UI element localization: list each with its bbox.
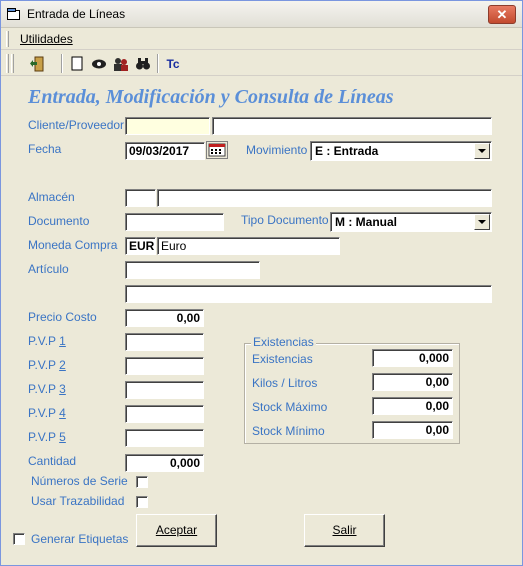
entrada-lineas-window: Entrada de Líneas ✕ Utilidades Tc Entrad… [0,0,523,566]
close-button[interactable]: ✕ [488,5,516,24]
salir-label: Salir [332,523,357,537]
cantidad-label: Cantidad [28,454,77,468]
aceptar-button[interactable]: Aceptar [136,514,217,547]
view-button[interactable] [89,54,109,73]
user-search-button[interactable] [111,54,131,73]
eye-icon [92,59,106,68]
calendar-icon[interactable] [206,141,228,159]
existencias-label: Existencias [252,352,313,366]
toolbar-grip [11,54,14,73]
menu-utilidades[interactable]: Utilidades [20,32,73,46]
search-button[interactable] [133,54,153,73]
menu-bar: Utilidades [1,28,522,50]
pvp-4-field[interactable] [125,405,204,423]
new-document-button[interactable] [67,54,87,73]
usar-trazabilidad-checkbox[interactable] [136,496,148,508]
generar-etiquetas-label: Generar Etiquetas [31,532,129,546]
window-title: Entrada de Líneas [27,7,126,21]
menu-utilidades-label: Utilidades [20,32,73,46]
movimiento-value: E : Entrada [315,144,379,158]
usar-trazabilidad-label: Usar Trazabilidad [31,494,125,508]
pvp-3-label: P.V.P 3 [28,382,66,396]
pvp-3-field[interactable] [125,381,204,399]
tipo-documento-value: M : Manual [335,215,397,229]
toolbar-grip [6,54,9,73]
articulo-code-field[interactable] [125,261,260,279]
articulo-label: Artículo [28,262,69,276]
pvp-1-label: P.V.P 1 [28,334,66,348]
form-area: Entrada, Modificación y Consulta de Líne… [1,77,522,565]
title-bar: Entrada de Líneas ✕ [1,1,522,28]
pvp-1-field[interactable] [125,333,204,351]
almacen-label: Almacén [28,190,75,204]
pvp-2-field[interactable] [125,357,204,375]
documento-field[interactable] [125,213,224,231]
binoculars-icon [136,57,150,69]
kilos-litros-field: 0,00 [372,373,453,391]
window-icon [7,8,20,20]
tc-label: Tc [166,56,180,71]
toolbar-separator [61,54,63,73]
document-icon [71,56,83,70]
chevron-down-icon [474,214,490,230]
moneda-label: Moneda Compra [28,238,118,252]
numeros-serie-label: Números de Serie [31,474,128,488]
cliente-name-field[interactable] [212,117,492,135]
kilos-litros-label: Kilos / Litros [252,376,318,390]
existencias-field: 0,000 [372,349,453,367]
movimiento-label: Movimiento [246,143,308,157]
precio-costo-label: Precio Costo [28,310,97,324]
tipo-documento-select[interactable]: M : Manual [330,212,492,232]
chevron-down-icon [474,143,490,159]
almacen-code-field[interactable] [125,189,156,207]
people-icon [114,57,128,71]
stock-minimo-field: 0,00 [372,421,453,439]
salir-button[interactable]: Salir [304,514,385,547]
existencias-group-title: Existencias [251,335,316,349]
cantidad-field[interactable]: 0,000 [125,454,204,472]
cliente-label: Cliente/Proveedor [28,118,125,132]
exit-door-icon [30,56,44,71]
moneda-code-field[interactable]: EUR [125,237,156,255]
pvp-2-label: P.V.P 2 [28,358,66,372]
numeros-serie-checkbox[interactable] [136,476,148,488]
close-icon: ✕ [496,7,508,22]
articulo-desc-field[interactable] [125,285,492,303]
stock-maximo-field: 0,00 [372,397,453,415]
toolbar-separator [157,54,159,73]
stock-minimo-label: Stock Mínimo [252,424,325,438]
pvp-5-label: P.V.P 5 [28,430,66,444]
fecha-field[interactable]: 09/03/2017 [125,142,205,160]
fecha-label: Fecha [28,142,62,156]
generar-etiquetas-checkbox[interactable] [13,533,25,545]
aceptar-label: Aceptar [155,523,198,537]
tipo-documento-label: Tipo Documento [241,213,329,227]
tc-button[interactable]: Tc [163,54,183,73]
cliente-code-field[interactable] [125,117,210,135]
precio-costo-field[interactable]: 0,00 [125,309,204,327]
documento-label: Documento [28,214,90,228]
almacen-name-field[interactable] [157,189,492,207]
menu-grip [6,31,9,47]
pvp-5-field[interactable] [125,429,204,447]
moneda-name-field: Euro [157,237,340,255]
pvp-4-label: P.V.P 4 [28,406,66,420]
stock-maximo-label: Stock Máximo [252,400,328,414]
page-title: Entrada, Modificación y Consulta de Líne… [28,86,394,108]
movimiento-select[interactable]: E : Entrada [310,141,492,161]
exit-door-button[interactable] [27,54,47,73]
toolbar: Tc [1,51,522,76]
